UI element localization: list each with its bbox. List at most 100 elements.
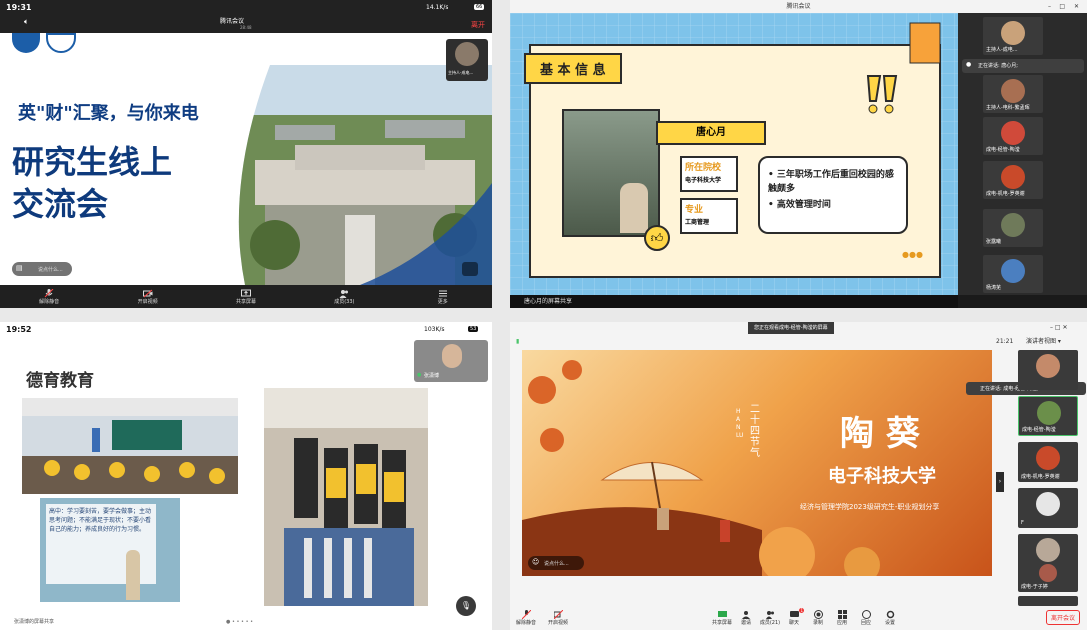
participant-tile[interactable]: 杨涛芜 <box>983 255 1043 293</box>
participant-tile[interactable]: 主持人-电科-繁孟晖 <box>983 75 1043 113</box>
slide-headline: 英"财"汇聚，与你来电 <box>18 103 199 124</box>
share-screen-button[interactable]: 共享屏幕 <box>226 289 266 305</box>
share-screen-icon <box>717 611 727 617</box>
collapse-panel-button[interactable]: › <box>996 472 1004 492</box>
window-title: 腾讯会议 <box>786 3 811 10</box>
vertical-title-cn: 二十四节气 <box>750 404 760 459</box>
members-button[interactable]: 成员(21) <box>758 610 782 626</box>
meeting-toolbar: 解除静音 开启视频 共享屏幕 邀请 成员(21) 聊天 1 录制 应用 回应 设置… <box>510 606 1087 630</box>
members-label: 成员(33) <box>334 298 355 305</box>
meeting-window-bottom-left: 19:52 103K/s 53 德育教育 高中：学习要刻苦，要学会做事；主动思考… <box>0 322 492 630</box>
participant-tile[interactable]: F <box>1018 488 1078 528</box>
chat-badge: 1 <box>799 608 804 613</box>
status-time: 19:52 <box>6 325 32 334</box>
slide-dots: ●●● <box>902 250 923 259</box>
page-dots: ● • • • • • <box>226 619 254 625</box>
slide-title: 德育教育 <box>26 371 94 391</box>
meeting-clock: 21:21 <box>996 338 1014 345</box>
more-icon <box>438 290 447 296</box>
settings-button[interactable]: 设置 <box>878 610 902 626</box>
unmute-label: 解除静音 <box>39 298 60 305</box>
status-bar: 19:31 🔈︎ 腾讯会议 28:48 14.1K/s 66 离开 <box>0 0 492 33</box>
participant-panel: 成电-经管-陶滢 成电-机电-罗英谢 F 成电-于子婷 <box>1008 350 1087 606</box>
watching-notice: 您正在观看成电-经管-陶滢的屏幕 <box>748 322 834 334</box>
share-screen-label: 共享屏幕 <box>235 298 256 305</box>
talk-subtitle: 经济与管理学院2023级研究生-职业规划分享 <box>800 503 940 511</box>
bullet-2: • 高效管理时间 <box>768 200 831 210</box>
avatar <box>455 42 479 66</box>
leave-button[interactable]: 离开 <box>471 20 485 30</box>
chat-icon: ▤ <box>16 264 23 272</box>
self-view-name: 张潇博 <box>424 373 440 379</box>
teacher-figure <box>126 550 140 600</box>
battery-icon: 53 <box>468 326 479 332</box>
self-view-tile[interactable]: ● 张潇博 <box>414 340 488 382</box>
more-button[interactable]: 更多 <box>423 289 463 305</box>
members-button[interactable]: 成员(33) <box>324 289 364 305</box>
window-controls[interactable]: – □ ✕ <box>1050 324 1068 331</box>
chat-input[interactable]: ☺ 说点什么... <box>528 556 584 570</box>
minimize-icon[interactable]: – <box>1048 0 1051 13</box>
mic-button[interactable]: 🎙︎ <box>456 596 476 616</box>
mic-icon: ● <box>966 61 972 68</box>
participant-tile[interactable]: 成电-机电-罗英谢 <box>1018 442 1078 482</box>
chat-placeholder: 说点什么... <box>38 267 63 273</box>
camera-icon <box>553 610 563 619</box>
meeting-window-top-left: 19:31 🔈︎ 腾讯会议 28:48 14.1K/s 66 离开 英"财"汇聚… <box>0 0 492 308</box>
screen-share-owner: 唐心月的屏幕共享 <box>524 298 573 305</box>
close-icon[interactable]: ✕ <box>1074 0 1079 13</box>
speaker-name: 陶 葵 <box>840 414 920 454</box>
meeting-window-bottom-right: 您正在观看成电-经管-陶滢的屏幕 ▮ 21:21 演讲者视图 ▾ – □ ✕ 二… <box>510 322 1087 630</box>
vertical-title-pinyin: HAN LU <box>736 408 744 439</box>
major-value: 工商管理 <box>685 219 710 226</box>
status-time: 19:31 <box>6 3 32 12</box>
unmute-button[interactable]: 解除静音 <box>29 288 69 305</box>
participant-tile[interactable] <box>1018 350 1078 390</box>
react-button[interactable]: 回应 <box>854 610 878 626</box>
leave-meeting-button[interactable]: 离开会议 <box>1046 610 1081 625</box>
teaching-photo: 高中：学习要刻苦，要学会做事；主动思考问题；不能满足于现状；不要小看自己的能力；… <box>40 498 180 602</box>
college-logo <box>46 33 76 53</box>
view-mode-button[interactable]: 演讲者视图 ▾ <box>1026 336 1061 345</box>
more-label: 更多 <box>437 298 448 305</box>
record-button[interactable]: 录制 <box>806 610 830 626</box>
meeting-name: 腾讯会议 <box>220 18 245 25</box>
speaker-icon[interactable]: 🔈︎ <box>24 17 29 27</box>
camera-icon <box>142 289 153 297</box>
emoji-icon <box>861 610 871 619</box>
avatar <box>442 344 462 368</box>
start-video-button[interactable]: 开启视频 <box>546 610 570 626</box>
participant-tile[interactable]: 张露曦 <box>983 209 1043 247</box>
maximize-icon[interactable]: □ <box>1059 0 1065 13</box>
share-screen-icon <box>240 289 251 296</box>
exclamation-decor <box>866 75 898 114</box>
members-icon <box>765 611 774 619</box>
shared-slide: 基 本 信 息 👍︎ 唐心月 所在院校 电子科技大学 专业 工商管理 • 三年职… <box>510 13 958 295</box>
participant-tile[interactable]: 成电-经管-陶滢 <box>1018 396 1078 436</box>
participant-tile[interactable]: 主持人-成电... <box>983 17 1043 55</box>
shared-slide: 英"财"汇聚，与你来电 研究生线上 交流会 主持人-成电... ▤ 说点什么..… <box>0 33 492 285</box>
major-box: 专业 工商管理 <box>680 198 738 234</box>
participant-tile[interactable]: 成电-经管-陶滢 <box>983 117 1043 155</box>
participant-tile[interactable]: 成电-机电-罗英谢 <box>983 161 1043 199</box>
invite-button[interactable]: 邀请 <box>734 610 758 626</box>
chat-input[interactable]: ▤ 说点什么... <box>12 262 72 276</box>
share-screen-button[interactable]: 共享屏幕 <box>710 610 734 626</box>
meeting-toolbar: 解除静音 开启视频 共享屏幕 成员(33) 更多 <box>0 285 492 308</box>
screen-rotate-icon[interactable] <box>462 262 478 276</box>
college-box: 所在院校 电子科技大学 <box>680 156 738 192</box>
slide-header: 基 本 信 息 <box>524 53 622 84</box>
participant-tile[interactable] <box>1018 596 1078 606</box>
start-video-button[interactable]: 开启视频 <box>128 289 168 305</box>
presenter-tile[interactable]: 主持人-成电... <box>446 39 488 81</box>
mic-icon <box>44 288 54 297</box>
chat-button[interactable]: 聊天 1 <box>782 608 806 626</box>
participant-tile[interactable]: 成电-于子婷 <box>1018 562 1078 592</box>
network-signal-icon: ▮ <box>516 338 520 345</box>
student-group-photo <box>264 388 428 606</box>
unmute-button[interactable]: 解除静音 <box>514 610 538 626</box>
speaking-indicator: ● 正在讲话: 唐心月; <box>962 59 1084 73</box>
invite-icon <box>741 611 750 619</box>
apps-button[interactable]: 应用 <box>830 610 854 626</box>
meeting-duration: 28:48 <box>240 25 252 30</box>
